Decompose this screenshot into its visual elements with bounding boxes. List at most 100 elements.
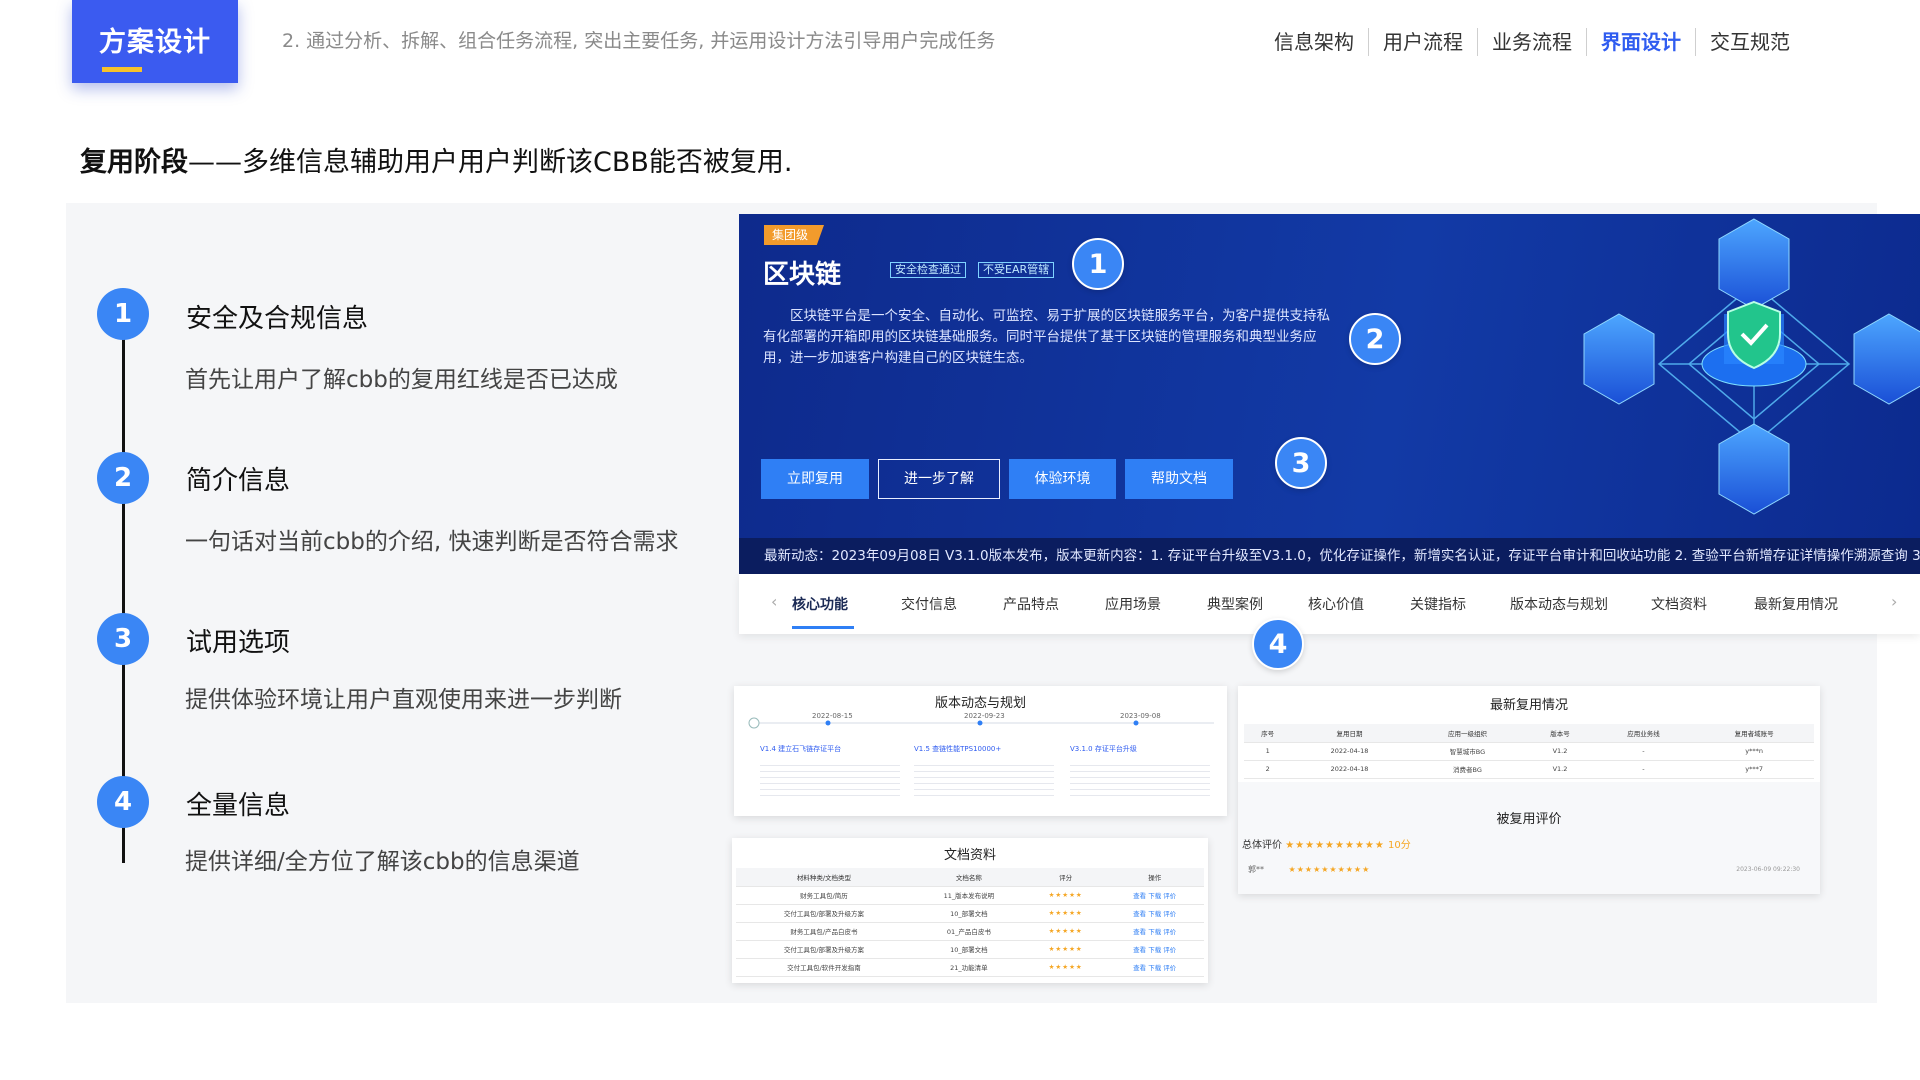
- security-check-chip: 安全检查通过: [890, 262, 966, 278]
- nav-item-interaction-spec[interactable]: 交互规范: [1696, 28, 1804, 56]
- nav-item-business-flow[interactable]: 业务流程: [1478, 28, 1587, 56]
- col-header: 操作: [1105, 868, 1204, 887]
- tab-latest-reuse[interactable]: 最新复用情况: [1754, 594, 1838, 614]
- table-cell: 交付工具包/部署及升级方案: [736, 940, 912, 959]
- step-desc-2: 一句话对当前cbb的介绍, 快速判断是否符合需求: [185, 529, 679, 555]
- table-row: 2 2022-04-18 消费者BG V1.2 - y***7: [1244, 760, 1814, 779]
- step-desc-4: 提供详细/全方位了解该cbb的信息渠道: [185, 849, 580, 875]
- doc-actions[interactable]: 查看 下载 评价: [1105, 922, 1204, 941]
- blockchain-illustration: [1583, 218, 1920, 515]
- table-cell: V1.2: [1527, 760, 1593, 779]
- table-cell: -: [1592, 742, 1695, 761]
- level-tag: 集团级: [764, 225, 825, 245]
- col-header: 复用者域账号: [1694, 724, 1814, 743]
- table-cell: 交付工具包/软件开发指南: [736, 958, 912, 977]
- annotation-marker-4: 4: [1252, 618, 1304, 670]
- overall-rating: 总体评价 ★★★★★★★★★★ 10分: [1242, 836, 1411, 851]
- version-notes-2: [914, 760, 1054, 800]
- review-stars: ★★★★★★★★★★: [1288, 865, 1371, 874]
- learn-more-button[interactable]: 进一步了解: [878, 459, 1000, 499]
- tab-core-value[interactable]: 核心价值: [1308, 594, 1364, 614]
- nav-item-user-flow[interactable]: 用户流程: [1369, 28, 1478, 56]
- col-header: 复用日期: [1291, 724, 1408, 743]
- documents-card: 文档资料 材料种类/文档类型 文档名称 评分 操作 财务工具包/简历 11_版本…: [732, 838, 1208, 983]
- doc-link[interactable]: 10_部署文档: [911, 940, 1026, 959]
- documents-card-title: 文档资料: [943, 848, 996, 863]
- annotation-marker-2: 2: [1349, 313, 1401, 365]
- try-environment-button[interactable]: 体验环境: [1009, 459, 1116, 499]
- chevron-right-icon[interactable]: ›: [1891, 592, 1897, 611]
- table-row: 1 2022-04-18 智慧城市BG V1.2 - y***n: [1244, 742, 1814, 761]
- active-tab-indicator: [792, 626, 854, 629]
- step-number-3: 3: [97, 613, 149, 665]
- table-cell: V1.2: [1527, 742, 1593, 761]
- doc-rating: ★★★★★: [1025, 922, 1106, 941]
- heading-bold: 复用阶段: [80, 147, 188, 178]
- reuse-card-title: 最新复用情况: [1489, 698, 1568, 713]
- doc-link[interactable]: 01_产品白皮书: [911, 922, 1026, 941]
- tab-documents[interactable]: 文档资料: [1651, 594, 1707, 614]
- annotation-marker-1: 1: [1072, 238, 1124, 290]
- table-cell: 2022-04-18: [1291, 742, 1408, 761]
- documents-table: 材料种类/文档类型 文档名称 评分 操作 财务工具包/简历 11_版本发布说明 …: [736, 868, 1204, 977]
- nav-item-info-architecture[interactable]: 信息架构: [1260, 28, 1369, 56]
- doc-rating: ★★★★★: [1025, 958, 1106, 977]
- table-cell: y***7: [1694, 760, 1814, 779]
- version-item-3: V3.1.0 存证平台升级: [1070, 745, 1137, 753]
- table-row: 交付工具包/部署及升级方案 10_部署文档 ★★★★★ 查看 下载 评价: [736, 940, 1204, 959]
- tab-version-roadmap[interactable]: 版本动态与规划: [1510, 594, 1608, 614]
- table-cell: y***n: [1694, 742, 1814, 761]
- doc-link[interactable]: 21_功能清单: [911, 958, 1026, 977]
- page-heading: 复用阶段——多维信息辅助用户用户判断该CBB能否被复用.: [80, 140, 792, 179]
- overall-label: 总体评价: [1242, 840, 1282, 851]
- step-title-1: 安全及合规信息: [186, 304, 369, 334]
- version-date-3: 2023-09-08: [1120, 712, 1161, 720]
- detail-tab-bar: ‹ 核心功能 交付信息 产品特点 应用场景 典型案例 核心价值 关键指标 版本动…: [739, 574, 1920, 634]
- table-cell: 交付工具包/部署及升级方案: [736, 904, 912, 923]
- step-desc-3: 提供体验环境让用户直观使用来进一步判断: [185, 687, 622, 713]
- table-row: 财务工具包/产品白皮书 01_产品白皮书 ★★★★★ 查看 下载 评价: [736, 922, 1204, 941]
- col-header: 应用一级组织: [1407, 724, 1528, 743]
- table-cell: 消费者BG: [1407, 760, 1528, 779]
- tab-delivery-info[interactable]: 交付信息: [901, 594, 957, 614]
- heading-rest: ——多维信息辅助用户用户判断该CBB能否被复用.: [188, 147, 793, 178]
- doc-link[interactable]: 11_版本发布说明: [911, 886, 1026, 905]
- chevron-left-icon[interactable]: ‹: [771, 592, 777, 611]
- version-notes-1: [760, 760, 900, 800]
- overall-stars: ★★★★★★★★★★: [1285, 840, 1385, 851]
- tab-scenarios[interactable]: 应用场景: [1105, 594, 1161, 614]
- step-number-1: 1: [97, 288, 149, 340]
- annotation-marker-3: 3: [1275, 437, 1327, 489]
- col-header: 应用业务线: [1592, 724, 1695, 743]
- table-cell: 财务工具包/简历: [736, 886, 912, 905]
- step-number-2: 2: [97, 452, 149, 504]
- col-header: 评分: [1025, 868, 1106, 887]
- tab-core-functions[interactable]: 核心功能: [792, 594, 848, 614]
- doc-actions[interactable]: 查看 下载 评价: [1105, 886, 1204, 905]
- table-cell: 财务工具包/产品白皮书: [736, 922, 912, 941]
- version-card-title: 版本动态与规划: [934, 696, 1026, 711]
- section-badge: 方案设计: [72, 0, 238, 83]
- tab-cases[interactable]: 典型案例: [1207, 594, 1263, 614]
- version-date-1: 2022-08-15: [812, 712, 853, 720]
- top-nav: 信息架构 用户流程 业务流程 界面设计 交互规范: [1260, 28, 1804, 56]
- step-title-4: 全量信息: [186, 791, 291, 821]
- doc-link[interactable]: 10_部署文档: [911, 904, 1026, 923]
- doc-actions[interactable]: 查看 下载 评价: [1105, 958, 1204, 977]
- documents-table-header: 材料种类/文档类型 文档名称 评分 操作: [736, 868, 1204, 887]
- doc-actions[interactable]: 查看 下载 评价: [1105, 904, 1204, 923]
- hero-title: 区块链: [763, 260, 842, 290]
- reuse-table: 序号 复用日期 应用一级组织 版本号 应用业务线 复用者域账号 1 2022-0…: [1244, 724, 1814, 779]
- table-cell: 2022-04-18: [1291, 760, 1408, 779]
- latest-news-ticker[interactable]: 最新动态：2023年09月08日 V3.1.0版本发布，版本更新内容：1. 存证…: [739, 538, 1920, 574]
- tab-key-metrics[interactable]: 关键指标: [1410, 594, 1466, 614]
- version-date-2: 2022-09-23: [964, 712, 1005, 720]
- version-notes-3: [1070, 760, 1210, 800]
- col-header: 版本号: [1527, 724, 1593, 743]
- doc-actions[interactable]: 查看 下载 评价: [1105, 940, 1204, 959]
- tab-features[interactable]: 产品特点: [1003, 594, 1059, 614]
- hero-banner: 集团级 区块链 安全检查通过 不受EAR管辖 区块链平台是一个安全、自动化、可监…: [739, 214, 1920, 574]
- reuse-now-button[interactable]: 立即复用: [761, 459, 869, 499]
- help-docs-button[interactable]: 帮助文档: [1125, 459, 1233, 499]
- nav-item-ui-design[interactable]: 界面设计: [1587, 28, 1696, 56]
